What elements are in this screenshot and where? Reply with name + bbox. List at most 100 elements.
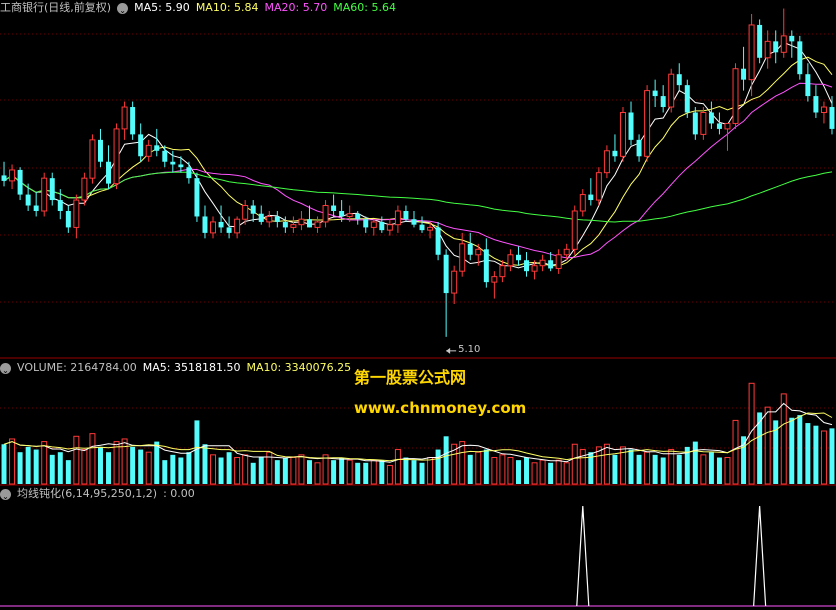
candle-down [33,205,39,211]
candle-down [363,219,369,228]
candle-down [797,41,803,75]
candle-down [178,164,184,168]
volume-bar-up [539,459,546,485]
candle-down [162,150,168,162]
candle-down [716,123,722,129]
volume-bar-down [339,457,345,484]
volume-bar-down [138,449,144,484]
volume-bar-up [9,438,16,485]
volume-bar-up [595,446,602,485]
candle-up [780,35,787,53]
candle-down [154,145,160,151]
volume-bar-down [548,462,554,484]
indicator-lines [0,505,836,607]
volume-bar-down [524,457,530,484]
volume-bar-up [531,462,538,485]
candle-up [370,221,377,228]
candle-down [274,216,280,222]
volume-bar-down [419,462,425,484]
volume-bar-down [178,457,184,484]
candle-up [619,111,626,157]
candle-down [676,74,682,86]
candle-up [499,265,506,278]
volume-bar-down [805,423,811,484]
candle-down [65,210,71,228]
watermark-url: www.chnmoney.com [354,399,527,417]
volume-bar-down [363,462,369,484]
candle-down [692,112,698,135]
expand-icon[interactable]: ⌄ [0,488,11,501]
candle-down [17,169,23,195]
candle-down [306,219,312,228]
volume-bar-down [57,452,63,484]
indicator-spike [753,505,767,607]
price-grid [0,33,836,359]
candle-up [732,68,739,124]
candle-up [386,224,393,231]
volume-bar-up [314,462,321,485]
candle-up [81,177,88,201]
volume-bar-down [515,460,521,484]
volume-bar-down [467,454,473,484]
candle-down [652,90,658,97]
candle-down [443,254,449,294]
candle-down [524,260,530,272]
volume-bar-down [162,460,168,484]
low-arrow-head [446,347,451,354]
volume-bar-down [379,460,385,484]
candle-down [813,96,819,113]
indicator-header: ⌄ 均线钝化(6,14,95,250,1,2) : 0.00 [0,486,195,502]
volume-bar-down [202,444,208,484]
volume-bar-down [106,452,112,484]
stock-title: 工商银行(日线,前复权) [0,1,112,14]
candle-up [644,90,651,157]
candle-down [339,210,345,217]
volume-bar-down [741,436,747,484]
candle-down [49,178,55,201]
volume-bar-up [210,454,217,485]
candle-up [820,106,827,113]
candle-down [636,139,642,157]
volume-bar-up [668,449,675,485]
candle-up [491,276,498,283]
volume-bar-down [483,449,489,484]
volume-bar-down [716,457,722,484]
ma20-label: MA20: 5.70 [264,1,328,14]
candle-down [805,74,811,97]
candle-up [210,221,217,234]
candle-down [773,41,779,53]
expand-icon[interactable]: ⌄ [117,2,129,15]
volume-bar-down [17,452,23,484]
candle-down [226,227,232,233]
volume-bar-up [73,435,80,485]
candle-down [789,35,795,42]
candle-up [266,215,273,223]
candle-up [394,210,401,226]
candle-up [73,199,80,228]
volume-bar-up [81,449,88,485]
candle-up [314,221,321,228]
volume-bar-down [331,460,337,484]
candle-down [379,221,385,231]
volume-bar-up [346,459,353,485]
ma5-line [3,41,833,269]
volume-bar-up [386,464,393,485]
candle-down [138,134,144,157]
volume-bar-down [218,457,224,484]
volume-bar-down [660,457,666,484]
volume-bar-down [282,457,288,484]
candle-down [684,85,690,113]
candle-down [355,213,361,220]
expand-icon[interactable]: ⌄ [0,362,11,375]
candle-down [106,161,112,184]
candle-up [346,213,353,217]
ma5-label: MA5: 5.90 [134,1,190,14]
candle-down [218,221,224,228]
volume-bar-down [612,454,618,484]
vol-ma10-line [3,412,833,462]
volume-bar-down [708,452,714,484]
volume-bar-down [676,454,682,484]
indicator-spike [576,505,590,607]
candle-down [741,68,747,80]
volume-bar-down [130,446,136,484]
